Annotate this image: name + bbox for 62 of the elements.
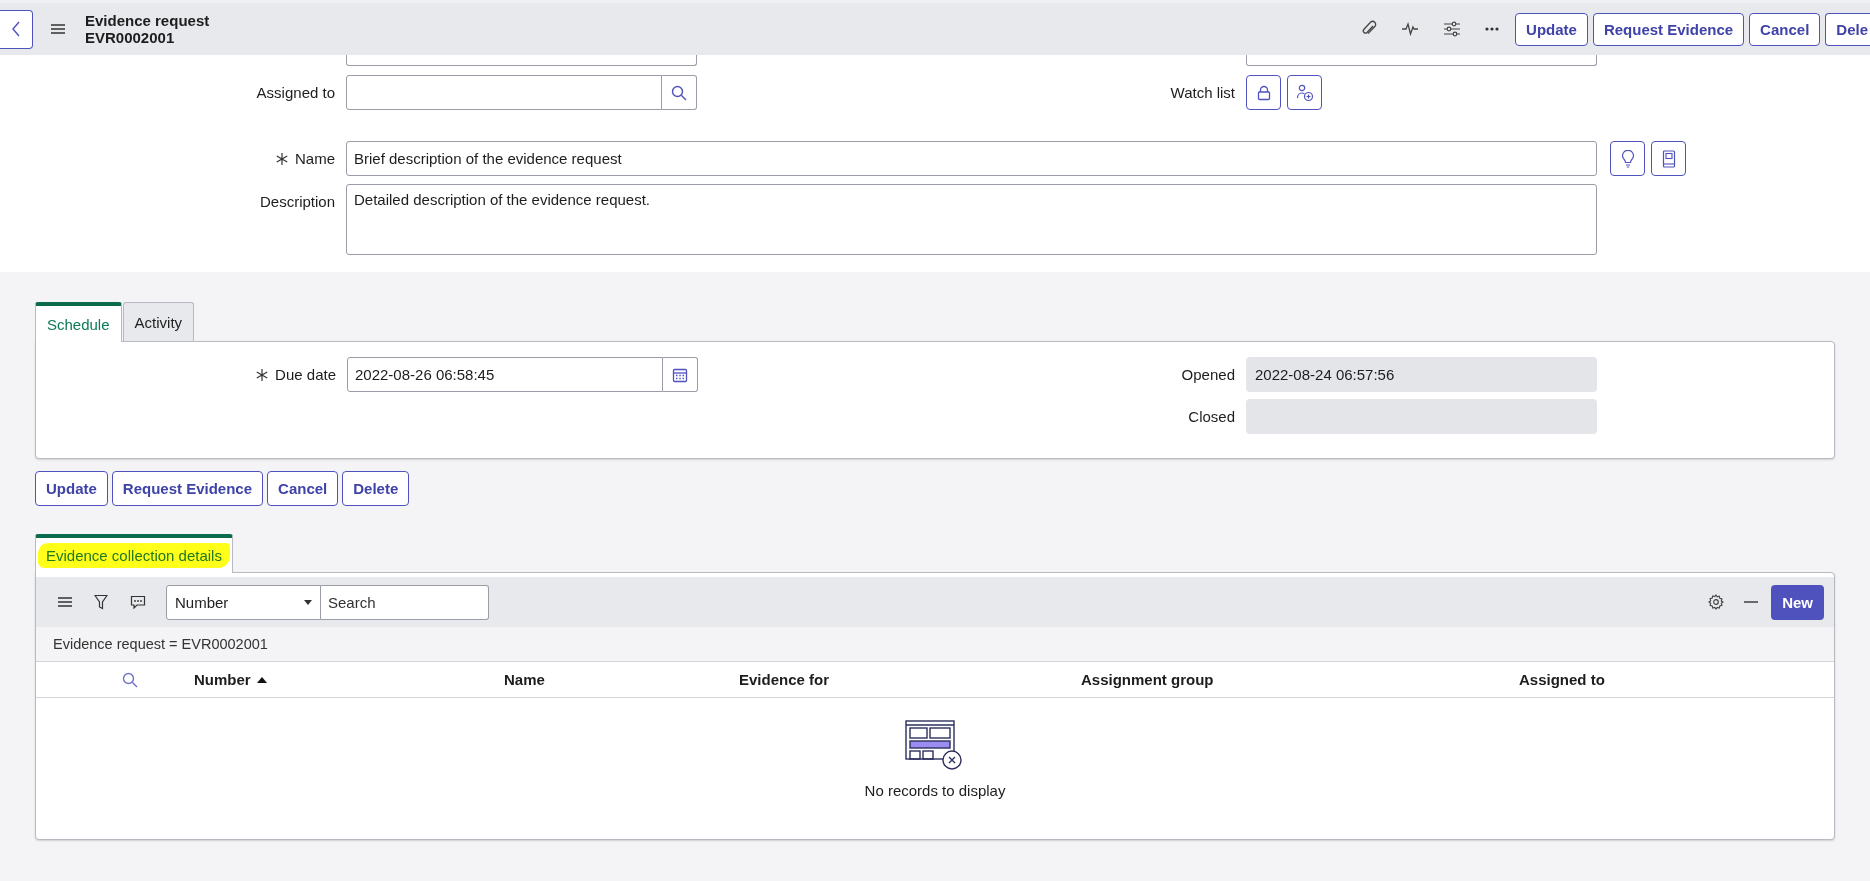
menu-icon[interactable] (58, 596, 72, 608)
filter-breadcrumb: Evidence request = EVR0002001 (36, 627, 1834, 662)
search-icon (122, 671, 138, 688)
input-field[interactable] (346, 75, 662, 110)
column-header[interactable]: Assignment group (1081, 671, 1214, 688)
activity-icon[interactable] (1401, 21, 1420, 37)
suggestion-button[interactable] (1610, 141, 1645, 176)
chevron-left-icon (11, 21, 21, 37)
header-action-button[interactable]: Update (1515, 12, 1588, 46)
more-icon[interactable] (1485, 27, 1500, 31)
new-button[interactable]: New (1771, 584, 1824, 620)
book-icon (1661, 149, 1676, 168)
search-icon (671, 84, 687, 101)
lock-icon (1255, 84, 1272, 101)
lock-button[interactable] (1246, 75, 1281, 110)
form-action-button[interactable]: Cancel (267, 471, 339, 506)
field-label: Description (259, 193, 335, 210)
user-plus-icon (1295, 83, 1314, 102)
related-list-tab[interactable]: Evidence collection details (35, 534, 233, 573)
field-label: Watch list (1170, 84, 1235, 101)
calendar-icon (672, 366, 688, 383)
field-label: Name (275, 150, 335, 167)
column-header[interactable]: Number (194, 671, 251, 688)
readonly-field: 2022-08-24 06:57:56 (1246, 357, 1597, 392)
comment-icon[interactable] (130, 595, 146, 609)
empty-list-message: No records to display (864, 782, 1006, 799)
field-label: Opened (1181, 366, 1235, 383)
header-action-button[interactable]: Request Evidence (1592, 12, 1745, 46)
form-action-button[interactable]: Delete (342, 471, 410, 506)
knowledge-button[interactable] (1651, 141, 1686, 176)
section-tab[interactable]: Schedule (35, 302, 122, 342)
column-header[interactable]: Name (504, 671, 545, 688)
field-label: Due date (255, 366, 336, 383)
caret-icon (304, 599, 312, 605)
section-tab[interactable]: Activity (122, 302, 195, 341)
field-label: Assigned to (256, 84, 335, 101)
back-button[interactable] (0, 9, 33, 49)
form-action-button[interactable]: Update (35, 471, 108, 506)
date-field[interactable]: 2022-08-26 06:58:45 (347, 357, 663, 392)
record-type-title: Evidence request (85, 12, 210, 29)
field-label: Closed (1188, 408, 1235, 425)
search-field[interactable]: Search (321, 584, 489, 620)
input-field[interactable] (346, 55, 697, 66)
settings-icon[interactable] (1708, 594, 1725, 610)
minimize-icon[interactable] (1744, 601, 1759, 603)
sliders-icon[interactable] (1443, 21, 1462, 37)
lookup-button[interactable] (662, 75, 697, 110)
form-action-button[interactable]: Request Evidence (111, 471, 264, 506)
add-user-button[interactable] (1287, 75, 1322, 110)
search-column-dropdown[interactable]: Number (166, 584, 321, 620)
input-field[interactable]: Brief description of the evidence request (346, 141, 1597, 176)
calendar-button[interactable] (663, 357, 698, 392)
filter-icon[interactable] (94, 594, 108, 610)
header-action-button[interactable]: Dele (1825, 12, 1870, 46)
textarea-field[interactable]: Detailed description of the evidence request. (346, 184, 1597, 255)
record-number: EVR0002001 (85, 29, 176, 46)
menu-icon[interactable] (51, 23, 65, 35)
column-header[interactable]: Evidence for (739, 671, 830, 688)
header-action-button[interactable]: Cancel (1749, 12, 1821, 46)
input-field[interactable] (1246, 55, 1597, 66)
lightbulb-icon (1620, 149, 1635, 168)
column-header[interactable]: Assigned to (1519, 671, 1605, 688)
